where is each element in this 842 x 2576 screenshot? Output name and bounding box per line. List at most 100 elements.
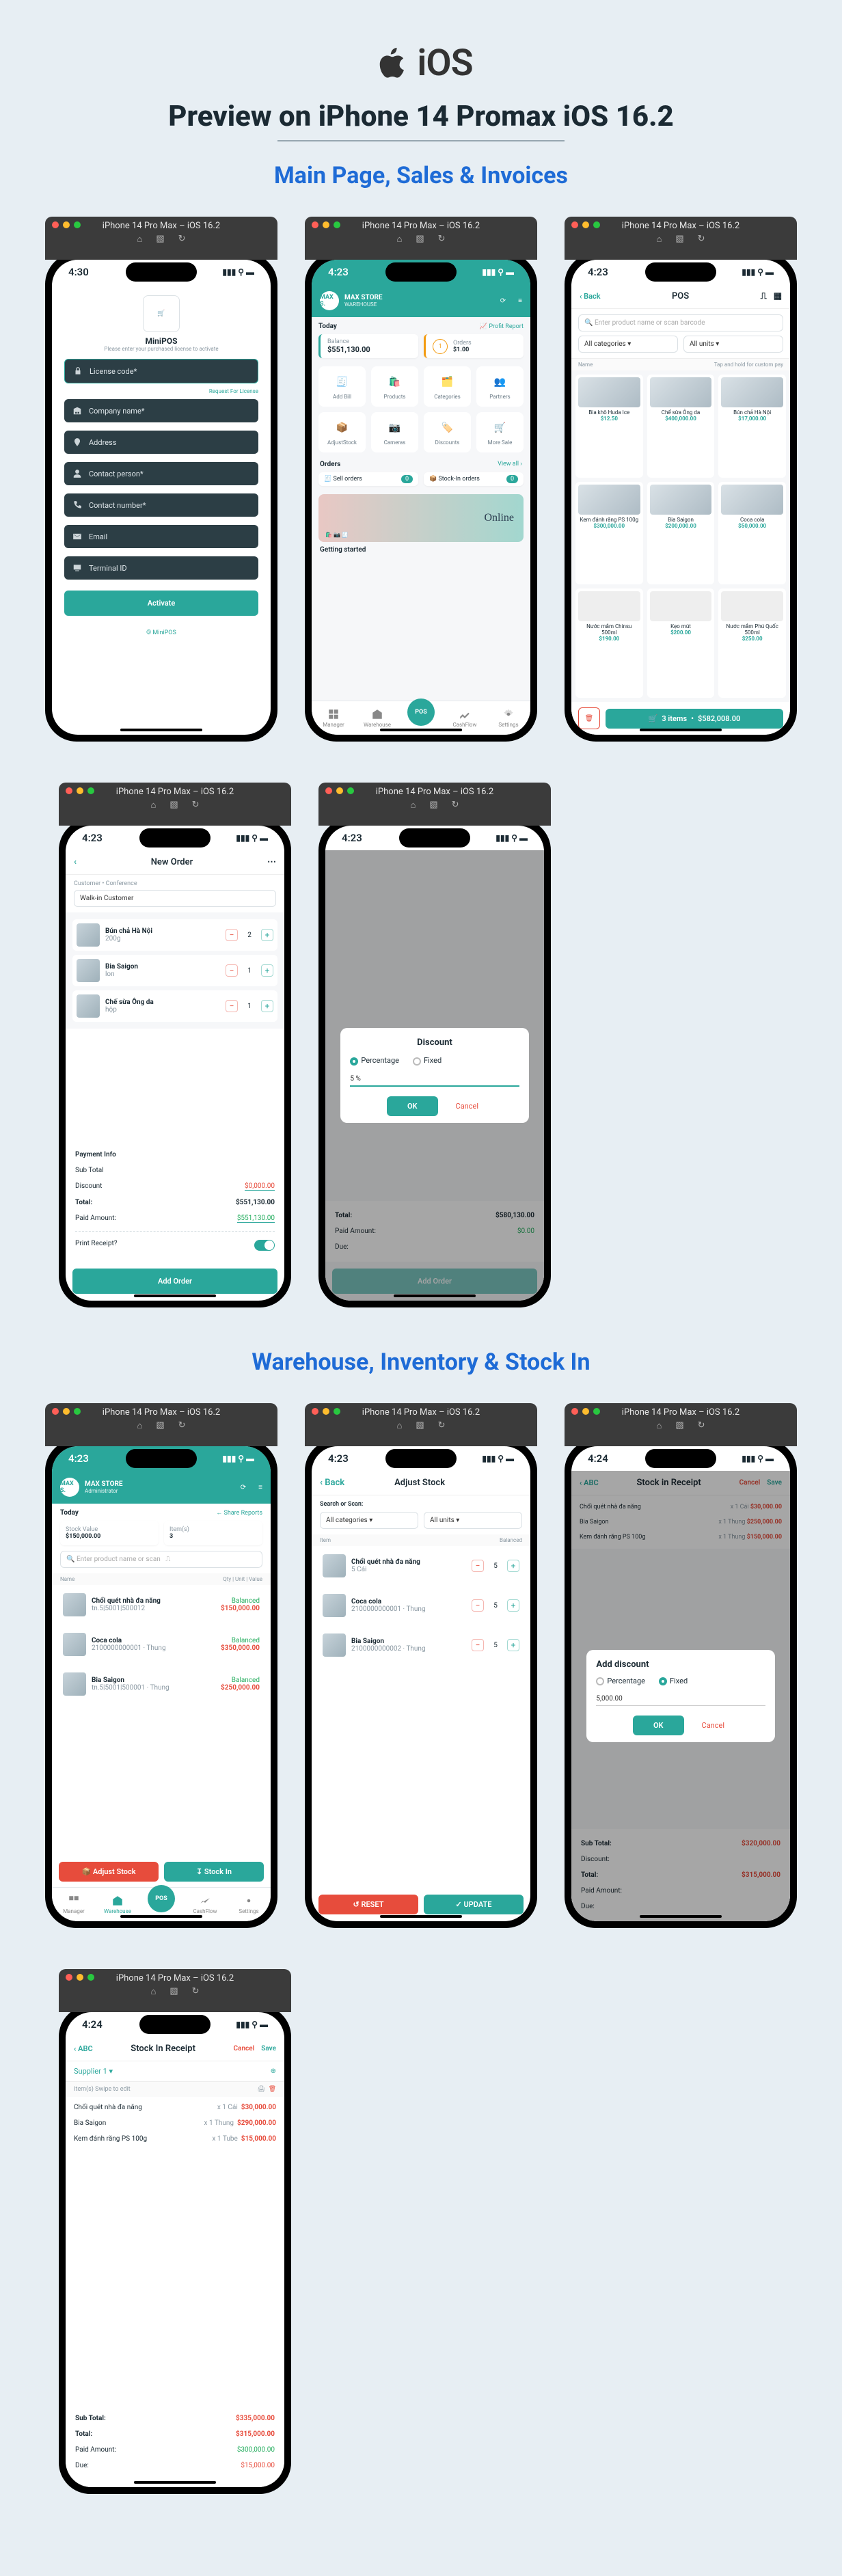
request-license-link[interactable]: Request For License <box>209 388 258 394</box>
share-report-link[interactable]: ← Share Reports <box>216 1509 262 1517</box>
save-link[interactable]: Save <box>261 2045 276 2052</box>
product-card[interactable]: Nước mắm Phú Quốc 500ml$250.00 <box>718 588 786 698</box>
product-card[interactable]: Bún chả Hà Nội$17,000.00 <box>718 375 786 478</box>
clear-cart-button[interactable]: 🗑 <box>578 707 600 729</box>
back-button[interactable]: ‹ ABC <box>74 2044 93 2053</box>
product-card[interactable]: Bia khô Huda Ice$12.50 <box>575 375 643 478</box>
cart-bar[interactable]: 🛒 3 items • $582,008.00 <box>606 709 783 729</box>
sell-orders-chip[interactable]: 🧾 Sell orders0 <box>318 472 418 486</box>
modal-scrim[interactable]: Discount Percentage Fixed 5 % OK Cancel <box>325 850 544 1301</box>
back-button[interactable]: ‹ <box>74 857 77 867</box>
tile-more-sale[interactable]: 🛒More Sale <box>476 412 524 452</box>
home-icon[interactable]: ⌂ <box>137 234 142 245</box>
avatar[interactable]: MAX S. <box>320 291 339 310</box>
product-card[interactable]: Kẹo mút$200.00 <box>647 588 715 698</box>
product-card[interactable]: Coca cola$50,000.00 <box>718 482 786 585</box>
product-card[interactable]: Chế sừa Ông da$400,000.00 <box>647 375 715 478</box>
tile-cameras[interactable]: 📷Cameras <box>371 412 418 452</box>
email-input[interactable]: Email <box>64 525 258 548</box>
rotate-icon[interactable]: ↻ <box>178 234 186 245</box>
reset-button[interactable]: ↺ RESET <box>318 1895 418 1914</box>
profit-report-link[interactable]: 📈 Profit Report <box>480 323 524 330</box>
contact-person-input[interactable]: Contact person* <box>64 462 258 485</box>
cancel-button[interactable]: Cancel <box>698 1716 729 1735</box>
radio-fixed[interactable]: Fixed <box>659 1677 688 1685</box>
unit-select[interactable]: All units ▾ <box>683 336 783 353</box>
product-card[interactable]: Bia Saigon$200,000.00 <box>647 482 715 585</box>
activate-button[interactable]: Activate <box>64 591 258 616</box>
cancel-link[interactable]: Cancel <box>234 2045 255 2052</box>
stock-row[interactable]: Chổi quét nhà đa năngtn.5|5001|500012Bal… <box>59 1589 264 1621</box>
app-name: MiniPOS <box>64 336 258 346</box>
discount-value-input[interactable]: 5,000.00 <box>596 1692 765 1706</box>
terminal-input[interactable]: Terminal ID <box>64 556 258 580</box>
sync-icon[interactable]: ⟳ <box>500 297 506 305</box>
warehouse-search[interactable]: 🔍 Enter product name or scan ⎍ <box>60 1551 262 1568</box>
ok-button[interactable]: OK <box>633 1716 684 1735</box>
stock-row[interactable]: Bia Saigontn.5|5001|500001 · ThungBalanc… <box>59 1668 264 1700</box>
update-button[interactable]: ✓ UPDATE <box>424 1895 524 1914</box>
tile-products[interactable]: 🛍️Products <box>371 366 418 407</box>
radio-fixed[interactable]: Fixed <box>413 1056 442 1065</box>
nav-settings[interactable]: Settings <box>487 701 530 735</box>
tile-add-bill[interactable]: 🧾Add Bill <box>318 366 366 407</box>
cancel-button[interactable]: Cancel <box>452 1096 483 1116</box>
adj-cat-select[interactable]: All categories ▾ <box>320 1512 418 1529</box>
column-name: Name <box>578 362 593 368</box>
receipt-row[interactable]: Kem đánh răng PS 100gx 1 Tube $15,000.00 <box>74 2131 276 2147</box>
company-input[interactable]: Company name* <box>64 399 258 422</box>
pos-note: Tap and hold for custom pay <box>714 362 783 368</box>
paid-field[interactable]: $551,130.00 <box>237 1215 275 1223</box>
screenshot-icon[interactable]: ▧ <box>156 234 164 245</box>
address-input[interactable]: Address <box>64 431 258 454</box>
product-card[interactable]: Nước mắm Chinsu 500ml$190.00 <box>575 588 643 698</box>
order-line: Bún chả Hà Nội200g −2+ <box>72 919 277 951</box>
add-supplier-icon[interactable]: ⊕ <box>271 2067 276 2075</box>
tile-partners[interactable]: 👥Partners <box>476 366 524 407</box>
menu-icon[interactable]: ≡ <box>518 297 522 305</box>
online-banner[interactable]: 🛍️ 📷 🧾 Online <box>318 494 524 542</box>
category-select[interactable]: All categories ▾ <box>578 336 678 353</box>
stock-in-button[interactable]: ↧ Stock In <box>164 1862 264 1882</box>
search-input[interactable]: 🔍 Enter product name or scan barcode <box>578 314 783 331</box>
window-name: iPhone 14 Pro Max – iOS 16.2 <box>52 221 271 231</box>
menu-icon[interactable]: ≡ <box>258 1484 262 1491</box>
print-icon[interactable]: 🖨 <box>258 2086 265 2093</box>
radio-percentage[interactable]: Percentage <box>350 1056 399 1065</box>
nav-manager[interactable]: Manager <box>312 701 355 735</box>
supplier-select[interactable]: Supplier 1 ▾ <box>74 2067 113 2076</box>
radio-percentage[interactable]: Percentage <box>596 1677 645 1685</box>
contact-number-input[interactable]: Contact number* <box>64 493 258 517</box>
delete-icon[interactable]: 🗑 <box>269 2086 276 2093</box>
stockin-orders-chip[interactable]: 📦 Stock-In orders0 <box>424 472 524 486</box>
back-button[interactable]: ‹ Back <box>580 292 601 301</box>
stock-row[interactable]: Coca cola2100000000001 · ThungBalanced$3… <box>59 1629 264 1660</box>
ok-button[interactable]: OK <box>387 1096 438 1116</box>
discount-value-input[interactable]: 5 % <box>350 1072 519 1087</box>
print-toggle[interactable] <box>254 1240 275 1251</box>
more-icon[interactable]: ⋯ <box>267 857 276 867</box>
add-order-button[interactable]: Add Order <box>72 1269 277 1294</box>
tile-discounts[interactable]: 🏷️Discounts <box>424 412 471 452</box>
tile-adjust-stock[interactable]: 📦AdjustStock <box>318 412 366 452</box>
license-input[interactable]: License code* <box>64 359 258 383</box>
qty-plus[interactable]: + <box>261 929 273 941</box>
barcode-icon[interactable]: ⎍ <box>761 291 767 301</box>
traffic-green[interactable] <box>74 221 81 228</box>
tile-categories[interactable]: 🗂️Categories <box>424 366 471 407</box>
receipt-row[interactable]: Chổi quét nhà đa năngx 1 Cái $30,000.00 <box>74 2100 276 2115</box>
customer-input[interactable]: Walk-in Customer <box>74 890 276 907</box>
modal-scrim[interactable]: Add discount Percentage Fixed 5,000.00 O… <box>571 1471 790 1921</box>
view-all-link[interactable]: View all › <box>498 461 522 468</box>
back-button[interactable]: ‹ Back <box>320 1478 344 1488</box>
product-card[interactable]: Kem đánh răng PS 100g$300,000.00 <box>575 482 643 585</box>
traffic-yellow[interactable] <box>63 221 70 228</box>
discount-field[interactable]: $0,000.00 <box>245 1182 275 1191</box>
qty-minus[interactable]: − <box>226 929 238 941</box>
receipt-row[interactable]: Bia Saigonx 1 Thung $290,000.00 <box>74 2115 276 2131</box>
sync-icon[interactable]: ⟳ <box>241 1484 246 1491</box>
traffic-red[interactable] <box>52 221 59 228</box>
grid-icon[interactable]: ▦ <box>774 291 782 301</box>
adj-unit-select[interactable]: All units ▾ <box>424 1512 522 1529</box>
adjust-stock-button[interactable]: 📦 Adjust Stock <box>59 1862 159 1882</box>
